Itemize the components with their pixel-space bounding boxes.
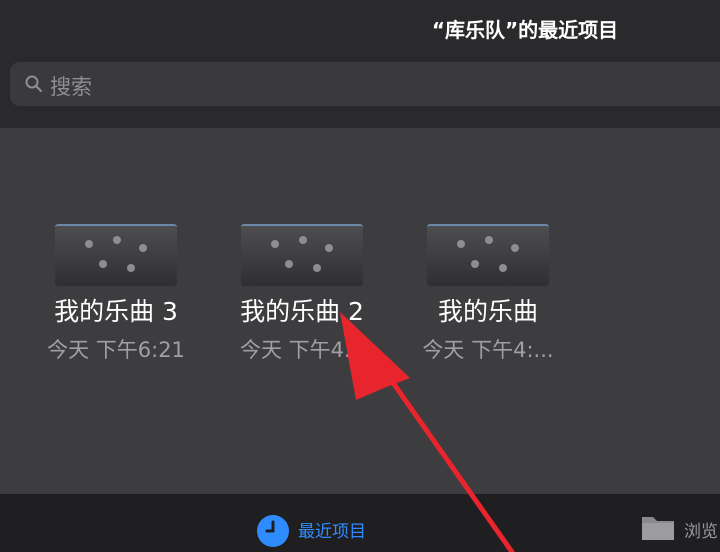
file-name: 我的乐曲 3	[54, 297, 178, 326]
file-item[interactable]: 我的乐曲 今天 下午4:...	[398, 224, 578, 364]
file-thumbnail	[55, 224, 177, 286]
search-field[interactable]: 搜索	[10, 62, 720, 106]
folder-icon[interactable]	[640, 512, 676, 542]
tab-recent[interactable]: 最近项目	[298, 517, 366, 542]
file-item[interactable]: 我的乐曲 3 今天 下午6:21	[26, 224, 206, 364]
search-icon	[24, 74, 44, 94]
search-placeholder: 搜索	[50, 75, 92, 99]
file-name: 我的乐曲 2	[240, 297, 364, 326]
file-date: 今天 下午4...	[239, 338, 365, 362]
header-bar: “库乐队”的最近项目 搜索	[0, 0, 720, 128]
recent-files-area: 我的乐曲 3 今天 下午6:21 我的乐曲 2 今天 下午4... 我的乐曲 今…	[0, 128, 720, 494]
file-thumbnail	[241, 224, 363, 286]
file-name: 我的乐曲	[437, 297, 538, 326]
tab-browse[interactable]: 浏览	[684, 517, 718, 542]
clock-icon[interactable]	[256, 514, 290, 548]
file-date: 今天 下午4:...	[422, 338, 554, 362]
file-thumbnail	[427, 224, 549, 286]
file-date: 今天 下午6:21	[47, 338, 185, 362]
file-item[interactable]: 我的乐曲 2 今天 下午4...	[212, 224, 392, 364]
page-title: “库乐队”的最近项目	[431, 18, 619, 42]
